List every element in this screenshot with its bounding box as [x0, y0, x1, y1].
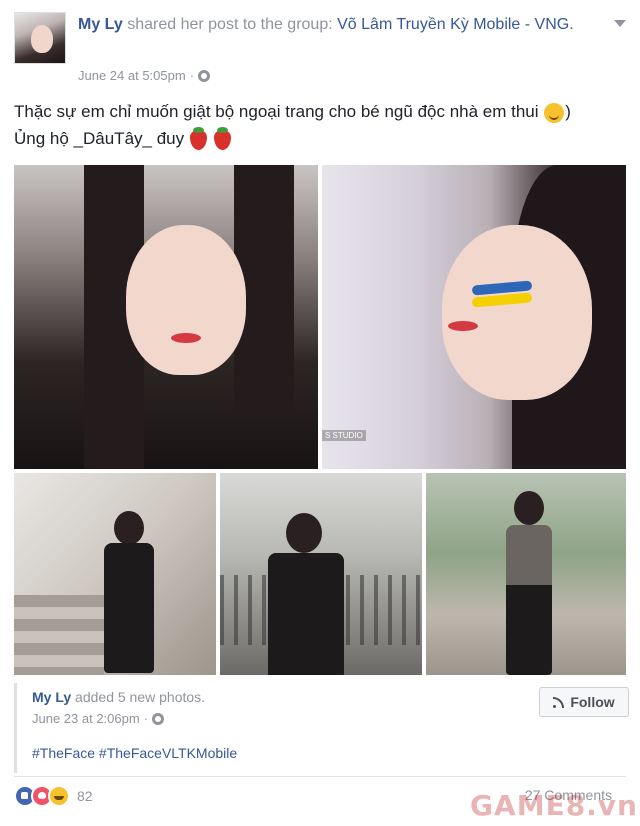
post-timestamp[interactable]: June 24 at 5:05pm — [78, 68, 186, 83]
post-meta: June 24 at 5:05pm · — [78, 68, 211, 83]
shared-meta: June 23 at 2:06pm · — [32, 711, 165, 726]
strawberry-emoji-icon — [189, 126, 207, 150]
meta-separator: · — [189, 68, 195, 83]
photo-1-face — [126, 225, 246, 375]
follow-button[interactable]: Follow — [539, 687, 629, 717]
photo-5-figure-body — [506, 525, 552, 675]
strawberry-emoji-icon — [213, 126, 231, 150]
haha-icon — [48, 785, 70, 807]
author-name[interactable]: My Ly — [78, 16, 123, 33]
shared-action-text: added 5 new photos. — [75, 689, 206, 705]
smile-emoji-icon — [544, 102, 565, 123]
rss-icon — [553, 696, 565, 708]
reactions-summary[interactable]: 82 — [14, 785, 93, 807]
studio-watermark: S STUDIO — [322, 430, 366, 441]
photo-3-figure-head — [114, 511, 144, 545]
globe-icon — [198, 69, 211, 82]
photo-3[interactable] — [14, 473, 216, 675]
post-headline: My Ly shared her post to the group: Võ L… — [78, 14, 618, 36]
shared-meta-separator: · — [143, 711, 149, 726]
avatar-face — [31, 25, 53, 53]
post-status-text: Thặc sự em chỉ muốn giật bộ ngoại trang … — [14, 98, 626, 152]
shared-timestamp[interactable]: June 23 at 2:06pm — [32, 711, 140, 726]
photo-5[interactable] — [426, 473, 626, 675]
divider — [14, 776, 626, 777]
photo-1[interactable] — [14, 165, 318, 469]
post-header: My Ly shared her post to the group: Võ L… — [14, 12, 626, 92]
globe-icon — [152, 712, 165, 725]
status-line-2: Ủng hộ _DâuTây_ đuy — [14, 129, 185, 148]
follow-label: Follow — [570, 694, 615, 710]
hashtags[interactable]: #TheFace #TheFaceVLTKMobile — [32, 745, 237, 761]
shared-headline: My Ly added 5 new photos. — [32, 689, 205, 705]
status-line-1-end: ) — [565, 102, 571, 121]
shared-post: My Ly added 5 new photos. June 23 at 2:0… — [14, 683, 629, 773]
group-link[interactable]: Võ Lâm Truyền Kỳ Mobile - VNG. — [337, 16, 574, 33]
photo-2[interactable]: S STUDIO — [322, 165, 626, 469]
status-line-1: Thặc sự em chỉ muốn giật bộ ngoại trang … — [14, 102, 539, 121]
photo-4[interactable] — [220, 473, 422, 675]
action-text: shared her post to the group: — [127, 16, 333, 33]
shared-author-name[interactable]: My Ly — [32, 689, 71, 705]
photo-4-figure-body — [268, 553, 344, 675]
photo-2-lips — [448, 321, 478, 331]
photo-4-figure-head — [286, 513, 322, 553]
photo-2-face — [442, 225, 592, 400]
site-watermark: GAME8.vn — [470, 789, 638, 822]
photo-5-figure-head — [514, 491, 544, 525]
photo-3-stairs — [14, 595, 104, 675]
avatar[interactable] — [14, 12, 66, 64]
chevron-down-icon[interactable] — [614, 20, 626, 27]
photo-3-figure-body — [104, 543, 154, 673]
photo-1-lips — [171, 333, 201, 343]
reaction-count[interactable]: 82 — [77, 788, 93, 804]
